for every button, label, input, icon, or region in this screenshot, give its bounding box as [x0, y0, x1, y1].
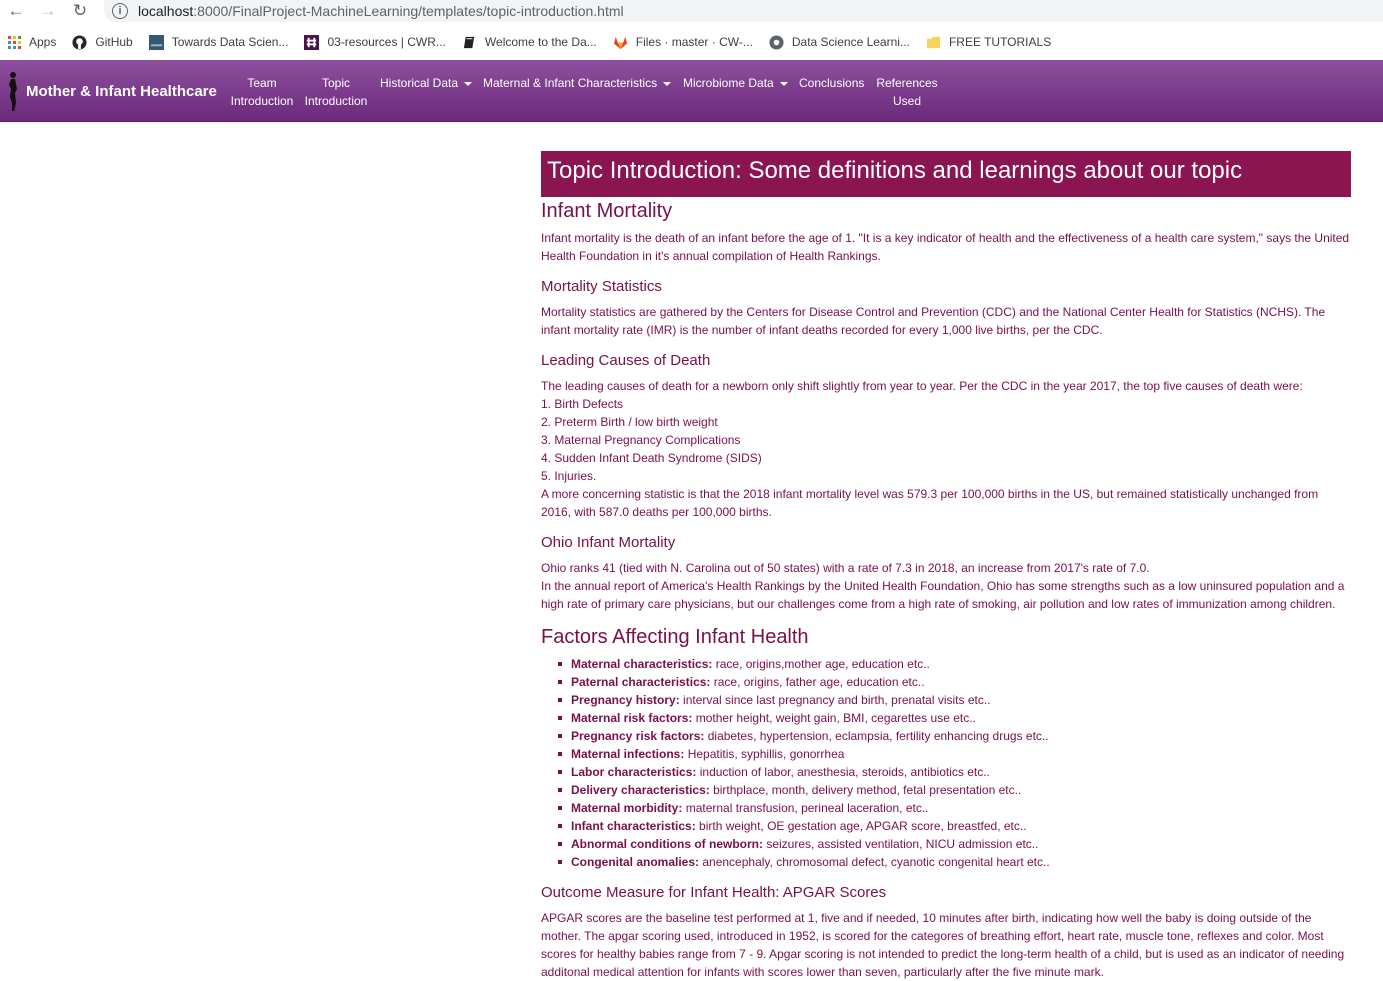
caret-down-icon — [779, 81, 788, 86]
bookmark-apps[interactable]: Apps — [8, 35, 56, 49]
bookmark-data-science-learning[interactable]: Data Science Learni... — [769, 34, 910, 50]
site-navbar: Mother & Infant Healthcare Team Introduc… — [0, 60, 1383, 122]
factor-item: Labor characteristics: induction of labo… — [558, 763, 1351, 781]
bookmark-free-tutorials[interactable]: FREE TUTORIALS — [926, 35, 1051, 50]
cause-item: 1. Birth Defects — [541, 397, 624, 411]
tds-icon — [148, 34, 164, 50]
mortality-statistics-text: Mortality statistics are gathered by the… — [541, 305, 1326, 337]
url-text: localhost:8000/FinalProject-MachineLearn… — [138, 3, 624, 19]
info-icon[interactable]: i — [112, 3, 128, 19]
bookmark-03-resources[interactable]: 03-resources | CWR... — [304, 34, 446, 50]
nav-historical-data-dropdown[interactable]: Historical Data — [380, 74, 473, 92]
gitlab-icon — [613, 36, 627, 49]
forward-arrow-icon[interactable]: → — [36, 0, 60, 22]
factor-item: Maternal risk factors: mother height, we… — [558, 709, 1351, 727]
leading-causes-outro: A more concerning statistic is that the … — [541, 487, 1319, 519]
bookmarks-bar: Apps GitHub Towards Data Scien... 03-res… — [0, 28, 1383, 56]
address-bar[interactable]: i localhost:8000/FinalProject-MachineLea… — [104, 0, 1383, 22]
caret-down-icon — [464, 81, 473, 86]
factor-item: Maternal characteristics: race, origins,… — [558, 655, 1351, 673]
github-icon — [72, 34, 87, 50]
leading-causes-intro: The leading causes of death for a newbor… — [541, 379, 1303, 393]
subheading-ohio-infant-mortality: Ohio Infant Mortality — [541, 534, 676, 551]
subheading-mortality-statistics: Mortality Statistics — [541, 278, 662, 295]
apps-grid-icon — [8, 35, 21, 49]
section-heading-infant-mortality: Infant Mortality — [541, 200, 673, 222]
infant-mortality-text: Infant mortality is the death of an infa… — [541, 231, 1350, 263]
factor-item: Paternal characteristics: race, origins,… — [558, 673, 1351, 691]
nav-topic-introduction[interactable]: Topic Introduction — [304, 74, 368, 110]
circle-logo-icon — [769, 34, 784, 50]
cause-item: 5. Injuries. — [541, 469, 597, 483]
book-icon — [463, 36, 475, 48]
subheading-apgar: Outcome Measure for Infant Health: APGAR… — [541, 884, 887, 901]
browser-toolbar: ← → ↻ i localhost:8000/FinalProject-Mach… — [0, 0, 1383, 24]
folder-icon — [926, 36, 941, 48]
factor-item: Abnormal conditions of newborn: seizures… — [558, 835, 1351, 853]
bookmark-towards-data-science[interactable]: Towards Data Scien... — [148, 34, 288, 50]
factor-item: Maternal infections: Hepatitis, syphilli… — [558, 745, 1351, 763]
reload-icon[interactable]: ↻ — [68, 0, 92, 22]
cause-item: 2. Preterm Birth / low birth weight — [541, 415, 718, 429]
cause-item: 4. Sudden Infant Death Syndrome (SIDS) — [541, 451, 762, 465]
back-arrow-icon[interactable]: ← — [4, 0, 28, 22]
factors-list: Maternal characteristics: race, origins,… — [541, 655, 1351, 871]
ohio-text-1: Ohio ranks 41 (tied with N. Carolina out… — [541, 561, 1150, 575]
bookmark-github[interactable]: GitHub — [72, 34, 133, 50]
caret-down-icon — [663, 81, 672, 86]
factor-item: Pregnancy risk factors: diabetes, hypert… — [558, 727, 1351, 745]
page-title: Topic Introduction: Some definitions and… — [541, 151, 1351, 197]
bookmark-gitlab-files[interactable]: Files · master · CW-... — [613, 35, 753, 50]
factor-item: Pregnancy history: interval since last p… — [558, 691, 1351, 709]
factor-item: Infant characteristics: birth weight, OE… — [558, 817, 1351, 835]
apgar-text: APGAR scores are the baseline test perfo… — [541, 911, 1345, 979]
nav-microbiome-data-dropdown[interactable]: Microbiome Data — [683, 74, 788, 92]
factor-item: Congenital anomalies: anencephaly, chrom… — [558, 853, 1351, 871]
brand-link[interactable]: Mother & Infant Healthcare — [6, 70, 217, 112]
slack-icon — [304, 34, 320, 50]
mother-silhouette-icon — [9, 72, 17, 111]
section-heading-factors: Factors Affecting Infant Health — [541, 626, 809, 648]
bookmark-welcome[interactable]: Welcome to the Da... — [462, 35, 597, 50]
factor-item: Delivery characteristics: birthplace, mo… — [558, 781, 1351, 799]
nav-team-introduction[interactable]: Team Introduction — [230, 74, 294, 110]
subheading-leading-causes: Leading Causes of Death — [541, 352, 711, 369]
cause-item: 3. Maternal Pregnancy Complications — [541, 433, 741, 447]
ohio-text-2: In the annual report of America's Health… — [541, 579, 1345, 611]
main-content: Topic Introduction: Some definitions and… — [541, 151, 1351, 981]
nav-conclusions[interactable]: Conclusions — [799, 74, 864, 92]
nav-references-used[interactable]: References Used — [874, 74, 940, 110]
brand-title: Mother & Infant Healthcare — [26, 82, 217, 100]
nav-maternal-infant-dropdown[interactable]: Maternal & Infant Characteristics — [483, 74, 672, 92]
factor-item: Maternal morbidity: maternal transfusion… — [558, 799, 1351, 817]
